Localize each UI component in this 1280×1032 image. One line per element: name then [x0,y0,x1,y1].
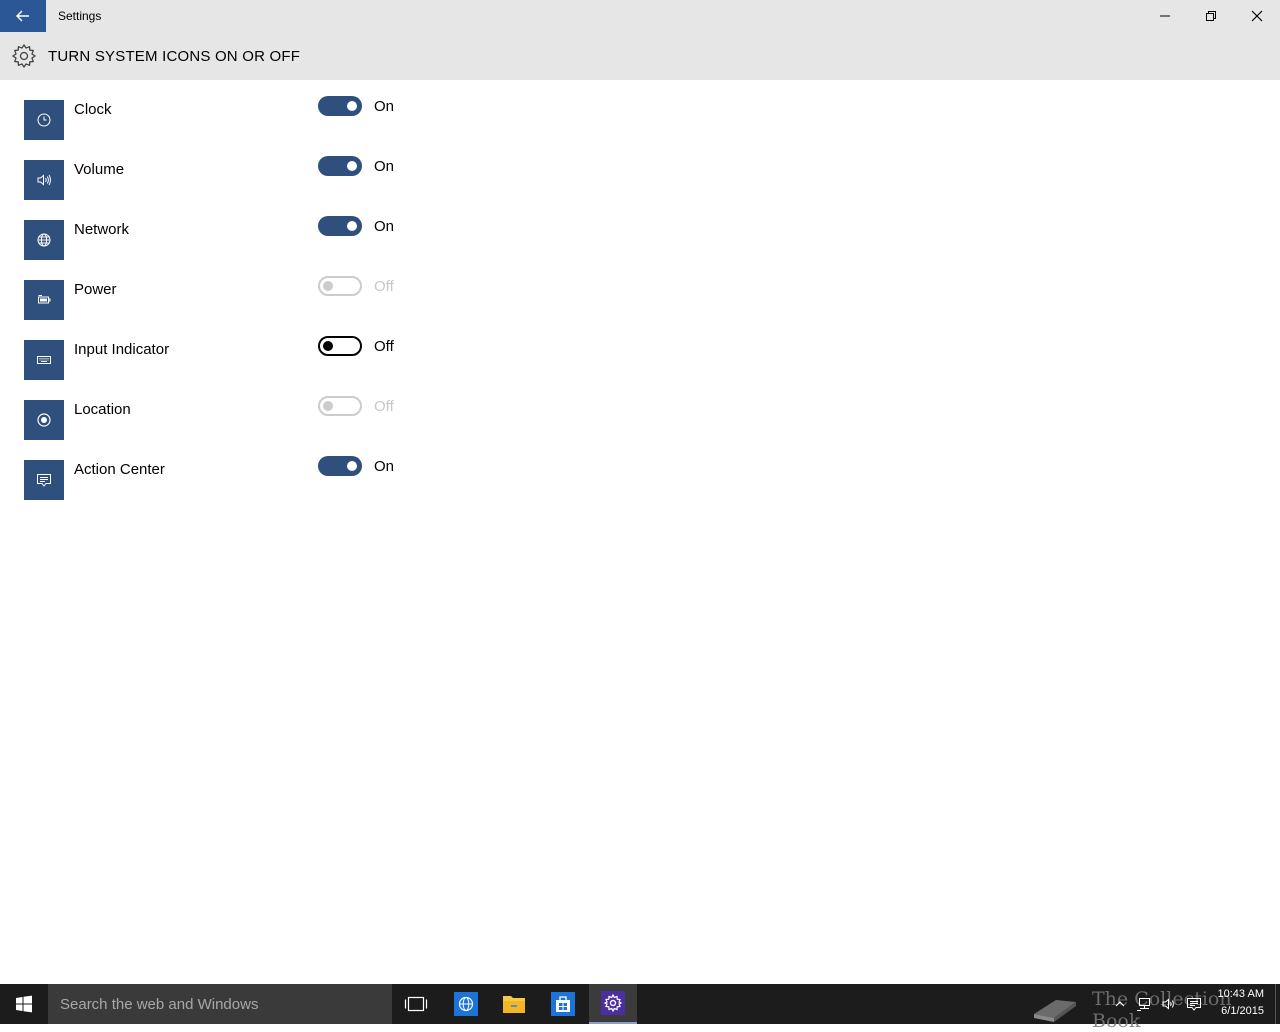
volume-toggle[interactable] [318,156,362,176]
restore-button[interactable] [1188,0,1234,32]
input-indicator-toggle[interactable] [318,336,362,356]
browser-button[interactable] [442,984,490,1024]
network-icon [37,233,51,247]
clock-icon [37,113,51,127]
toggle-state: Off [374,338,394,355]
setting-row-clock: Clock On [0,80,600,140]
show-desktop-button[interactable] [1275,984,1280,1024]
network-tile [24,220,64,260]
volume-tray-icon [1162,998,1174,1010]
window-title: Settings [58,9,102,23]
action-center-tray-icon [1187,998,1201,1011]
back-arrow-icon [16,10,29,22]
setting-label: Input Indicator [74,341,170,358]
edge-icon [454,992,478,1016]
volume-icon [37,174,51,186]
search-box[interactable]: Search the web and Windows [48,984,392,1024]
gear-icon [11,43,37,69]
location-tile [24,400,64,440]
toggle-state: Off [374,398,394,415]
toggle-state: On [374,458,395,475]
taskbar-time[interactable]: 10:43 AM [1212,988,1264,1000]
setting-row-location: Location Off [0,380,600,440]
toggle-state: On [374,218,395,235]
setting-label: Action Center [74,461,165,478]
toggle-knob [323,341,333,351]
setting-label: Power [74,281,117,298]
toggle-state: On [374,158,395,175]
location-toggle[interactable] [318,396,362,416]
file-explorer-button[interactable] [490,984,538,1024]
setting-label: Clock [74,101,112,118]
minimize-button[interactable] [1142,0,1188,32]
setting-row-volume: Volume On [0,140,600,200]
clock-toggle[interactable] [318,96,362,116]
setting-label: Network [74,221,130,238]
start-button[interactable] [0,984,48,1024]
store-icon [551,992,575,1016]
battery-icon [38,295,51,304]
power-tile [24,280,64,320]
setting-row-power: Power Off [0,260,600,320]
toggle-state: Off [374,278,394,295]
toggle-knob [347,161,357,171]
settings-taskbar-button[interactable] [589,984,637,1024]
volume-tile [24,160,64,200]
setting-label: Volume [74,161,125,178]
clock-tile [24,100,64,140]
task-view-button[interactable] [392,984,440,1024]
show-hidden-icons-button[interactable] [1112,996,1128,1012]
input-indicator-tile [24,340,64,380]
minimize-icon [1160,15,1170,17]
close-button[interactable] [1234,0,1280,32]
windows-logo-icon [16,995,32,1013]
toggle-state: On [374,98,395,115]
chevron-up-icon [1115,1001,1125,1007]
toggle-knob [323,281,333,291]
action-center-icon [37,474,51,487]
toggle-knob [347,101,357,111]
page-title: TURN SYSTEM ICONS ON OR OFF [48,48,301,65]
setting-label: Location [74,401,131,418]
search-placeholder: Search the web and Windows [60,996,259,1013]
toggle-knob [323,401,333,411]
page-header: TURN SYSTEM ICONS ON OR OFF [0,32,1280,80]
action-center-toggle[interactable] [318,456,362,476]
setting-row-input-indicator: Input Indicator Off [0,320,600,380]
action-center-tile [24,460,64,500]
back-button[interactable] [0,0,46,32]
network-tray-icon [1137,998,1150,1011]
taskbar: Search the web and Windows The Collectio… [0,984,1280,1032]
file-explorer-icon [503,996,525,1013]
restore-icon [1206,11,1216,21]
tray-action-center-button[interactable] [1186,996,1202,1012]
book-logo-icon [1034,1000,1076,1022]
title-bar: Settings [0,0,1280,32]
taskbar-date[interactable]: 6/1/2015 [1212,1005,1264,1017]
location-icon [37,413,51,427]
task-view-icon [404,996,428,1012]
network-toggle[interactable] [318,216,362,236]
setting-row-action-center: Action Center On [0,440,600,500]
tray-network-button[interactable] [1136,996,1152,1012]
store-button[interactable] [539,984,587,1024]
tray-volume-button[interactable] [1161,996,1177,1012]
keyboard-icon [37,356,51,364]
power-toggle[interactable] [318,276,362,296]
setting-row-network: Network On [0,200,600,260]
settings-icon [601,991,625,1015]
toggle-knob [347,221,357,231]
toggle-knob [347,461,357,471]
close-icon [1251,10,1263,22]
